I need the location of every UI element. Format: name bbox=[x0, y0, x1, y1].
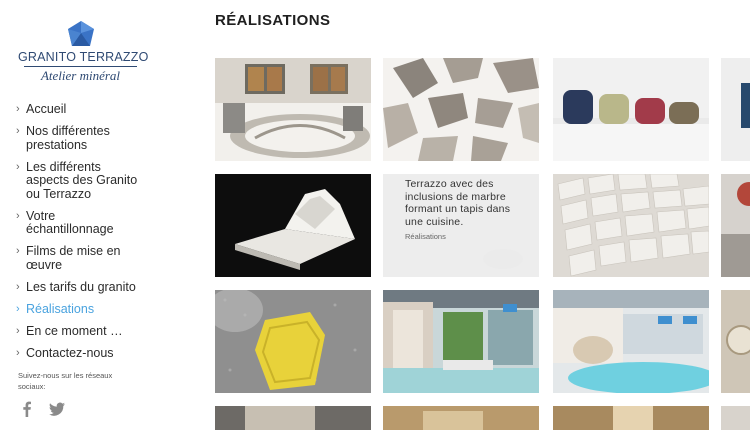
menu-item-label: Réalisations bbox=[26, 301, 95, 316]
thumb-category[interactable]: Réalisations bbox=[405, 232, 517, 241]
twitter-icon[interactable] bbox=[48, 400, 66, 418]
menu-item-label: Films de mise en œuvre bbox=[26, 244, 121, 272]
chevron-right-icon: › bbox=[16, 160, 20, 173]
photo-partial bbox=[721, 406, 750, 430]
menu-item-prestations[interactable]: › Nos différentes prestations bbox=[16, 124, 146, 152]
logo-gem-icon bbox=[67, 21, 94, 46]
chevron-right-icon: › bbox=[16, 346, 20, 359]
menu-item-aspects[interactable]: › Les différents aspects des Granito ou T… bbox=[16, 159, 146, 202]
menu-item-label: Contactez-nous bbox=[26, 345, 114, 360]
social-label: Suivez-nous sur les réseaux sociaux: bbox=[18, 371, 113, 391]
menu-item-label: En ce moment … bbox=[26, 323, 123, 338]
gallery-thumb[interactable] bbox=[721, 58, 750, 161]
chevron-right-icon: › bbox=[16, 103, 20, 115]
gallery-thumb[interactable] bbox=[215, 58, 371, 161]
gallery-thumb[interactable] bbox=[383, 290, 539, 393]
chevron-right-icon: › bbox=[16, 280, 20, 293]
photo-restaurant bbox=[383, 406, 539, 430]
chevron-right-icon: › bbox=[16, 125, 20, 137]
menu-item-accueil[interactable]: › Accueil bbox=[16, 102, 146, 117]
menu-item-label: Les différents aspects des Granito ou Te… bbox=[26, 159, 138, 201]
menu-item-label: Accueil bbox=[26, 102, 67, 116]
gallery-thumb[interactable] bbox=[215, 290, 371, 393]
sidebar: GRANITO TERRAZZO Atelier minéral › Accuei… bbox=[0, 0, 200, 430]
gallery-thumb[interactable] bbox=[721, 174, 750, 277]
facebook-icon[interactable] bbox=[18, 400, 36, 418]
gallery-thumb[interactable] bbox=[553, 58, 709, 161]
gallery-thumb[interactable] bbox=[721, 406, 750, 430]
social-links bbox=[18, 400, 66, 418]
menu-item-echantillonnage[interactable]: › Votre échantillonnage bbox=[16, 208, 146, 237]
chevron-right-icon: › bbox=[16, 324, 20, 337]
photo-white-lattice bbox=[383, 58, 539, 161]
gallery-thumb[interactable] bbox=[553, 406, 709, 430]
photo-tile-wall bbox=[553, 174, 709, 277]
page-title: RÉALISATIONS bbox=[215, 12, 331, 29]
gallery-thumb-hover[interactable]: Terrazzo avec des inclusions de marbre f… bbox=[383, 174, 539, 277]
menu-item-films[interactable]: › Films de mise en œuvre bbox=[16, 244, 146, 272]
photo-pool-hall bbox=[553, 290, 709, 393]
brand-name: GRANITO TERRAZZO bbox=[18, 50, 149, 64]
menu-item-label: Les tarifs du granito bbox=[26, 279, 136, 294]
photo-partial bbox=[721, 290, 750, 393]
photo-hall bbox=[553, 406, 709, 430]
menu-item-tarifs[interactable]: › Les tarifs du granito bbox=[16, 279, 146, 295]
gallery-thumb[interactable] bbox=[721, 290, 750, 393]
chevron-right-icon: › bbox=[16, 245, 20, 257]
gallery-thumb[interactable] bbox=[215, 406, 371, 430]
brand-tagline: Atelier minéral bbox=[40, 68, 121, 83]
main-menu: › Accueil › Nos différentes prestations › L… bbox=[16, 102, 146, 369]
gallery-thumb[interactable] bbox=[553, 290, 709, 393]
photo-carved-block bbox=[215, 174, 371, 277]
gallery-thumb[interactable] bbox=[215, 174, 371, 277]
menu-item-label: Nos différentes prestations bbox=[26, 124, 110, 152]
gallery-thumb[interactable] bbox=[383, 406, 539, 430]
photo-route66-floor bbox=[215, 290, 371, 393]
chevron-right-icon: › bbox=[16, 209, 20, 222]
site-logo[interactable]: GRANITO TERRAZZO Atelier minéral bbox=[18, 20, 149, 83]
menu-item-label: Votre échantillonnage bbox=[26, 208, 114, 236]
logo-divider bbox=[24, 66, 137, 67]
photo-stone-objects bbox=[553, 58, 709, 161]
photo-lobby-floor bbox=[215, 58, 371, 161]
photo-partial bbox=[721, 58, 750, 161]
gallery-thumb[interactable] bbox=[553, 174, 709, 277]
photo-workshop bbox=[215, 406, 371, 430]
photo-spa-interior bbox=[383, 290, 539, 393]
menu-item-realisations[interactable]: › Réalisations bbox=[16, 301, 146, 317]
gallery-thumb[interactable] bbox=[383, 58, 539, 161]
chevron-right-icon: › bbox=[16, 302, 20, 315]
photo-partial bbox=[721, 174, 750, 277]
menu-item-contact[interactable]: › Contactez-nous bbox=[16, 345, 146, 361]
thumb-caption: Terrazzo avec des inclusions de marbre f… bbox=[405, 178, 511, 228]
hover-overlay: Terrazzo avec des inclusions de marbre f… bbox=[383, 174, 539, 277]
menu-item-en-ce-moment[interactable]: › En ce moment … bbox=[16, 323, 146, 339]
